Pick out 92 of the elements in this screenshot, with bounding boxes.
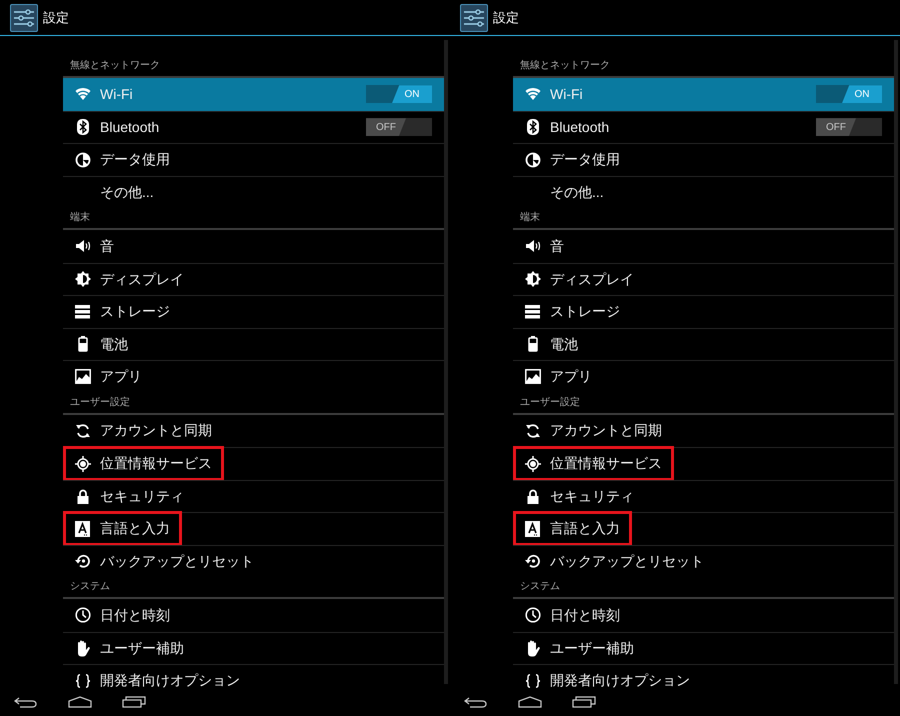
sync-icon <box>74 422 90 439</box>
row-label: アカウントと同期 <box>550 421 662 440</box>
row-label: 言語と入力 <box>550 519 620 538</box>
settings-row[interactable]: 開発者向けオプション <box>63 664 445 688</box>
settings-row[interactable]: Wi-Fi ON <box>513 78 895 110</box>
bluetooth-icon <box>76 119 88 136</box>
row-label: Bluetooth <box>550 118 610 137</box>
row-label: ユーザー補助 <box>550 638 634 658</box>
row-label: 音 <box>550 236 564 256</box>
row-label: 位置情報サービス <box>100 454 212 474</box>
screen-title: 設定 <box>43 8 69 27</box>
row-label: アカウントと同期 <box>100 421 212 440</box>
row-label: バックアップとリセット <box>550 552 704 571</box>
row-label: アプリ <box>550 367 592 386</box>
toggle-switch[interactable]: OFF <box>366 118 432 136</box>
home-icon[interactable] <box>518 696 542 708</box>
row-label: ディスプレイ <box>100 270 184 289</box>
wifi-icon <box>74 87 90 102</box>
pie-chart-icon <box>74 152 90 168</box>
clock-icon <box>74 607 90 624</box>
row-label: 開発者向けオプション <box>100 671 240 688</box>
row-label: 開発者向けオプション <box>550 671 690 688</box>
speaker-icon <box>74 238 90 254</box>
brightness-icon <box>524 271 540 288</box>
row-label: ストレージ <box>100 302 170 322</box>
lock-icon <box>76 488 88 504</box>
row-label: 電池 <box>550 334 578 354</box>
row-label: 電池 <box>100 334 128 354</box>
sync-icon <box>524 422 540 439</box>
pie-chart-icon <box>524 152 540 168</box>
row-label: Wi-Fi <box>100 84 133 104</box>
settings-row[interactable]: Wi-Fi ON <box>63 78 445 110</box>
picture-icon <box>74 369 90 384</box>
section-header: システム <box>520 580 560 594</box>
settings-row[interactable]: 位置情報サービス <box>513 447 895 480</box>
row-label: その他... <box>550 182 604 202</box>
picture-icon <box>524 369 540 384</box>
row-label: 日付と時刻 <box>550 606 620 625</box>
settings-row[interactable]: 位置情報サービス <box>63 447 445 480</box>
braces-icon <box>74 674 90 688</box>
bluetooth-icon <box>526 119 538 136</box>
storage-icon <box>525 304 540 319</box>
back-icon[interactable] <box>464 696 488 708</box>
restore-icon <box>524 553 540 570</box>
home-icon[interactable] <box>68 696 92 708</box>
settings-icon[interactable] <box>10 4 38 32</box>
row-label: ディスプレイ <box>550 270 634 289</box>
lock-icon <box>526 488 538 504</box>
speaker-icon <box>524 238 540 254</box>
storage-icon <box>75 304 90 319</box>
row-label: バックアップとリセット <box>100 552 254 571</box>
target-icon <box>524 456 540 472</box>
target-icon <box>74 456 90 472</box>
row-label: ユーザー補助 <box>100 638 184 658</box>
letter-key-icon <box>75 520 90 537</box>
wifi-icon <box>524 87 540 102</box>
screen-title: 設定 <box>493 8 519 27</box>
section-header: 端末 <box>70 210 90 225</box>
row-label: Wi-Fi <box>550 84 583 104</box>
row-label: 位置情報サービス <box>550 454 662 474</box>
back-icon[interactable] <box>14 696 38 708</box>
section-header: ユーザー設定 <box>520 396 580 410</box>
settings-row[interactable]: 言語と入力 <box>63 512 445 544</box>
toggle-switch[interactable]: OFF <box>816 118 882 136</box>
row-label: データ使用 <box>550 150 620 170</box>
clock-icon <box>524 607 540 624</box>
row-label: セキュリティ <box>100 486 184 506</box>
battery-icon <box>78 336 88 352</box>
row-label: Bluetooth <box>100 118 160 137</box>
settings-row[interactable]: 言語と入力 <box>513 512 895 544</box>
row-label: 音 <box>100 236 114 256</box>
row-label: アプリ <box>100 367 142 386</box>
recent-apps-icon[interactable] <box>122 696 146 708</box>
section-header: 端末 <box>520 210 540 225</box>
section-header: 無線とネットワーク <box>70 59 160 73</box>
letter-key-icon <box>525 520 540 537</box>
row-label: ストレージ <box>550 302 620 322</box>
recent-apps-icon[interactable] <box>572 696 596 708</box>
row-label: データ使用 <box>100 150 170 170</box>
row-label: 日付と時刻 <box>100 606 170 625</box>
restore-icon <box>74 553 90 570</box>
row-label: その他... <box>100 182 154 202</box>
settings-row[interactable]: 開発者向けオプション <box>513 664 895 688</box>
row-label: セキュリティ <box>550 486 634 506</box>
battery-icon <box>528 336 538 352</box>
section-header: システム <box>70 580 110 594</box>
settings-icon[interactable] <box>460 4 488 32</box>
section-header: 無線とネットワーク <box>520 59 610 73</box>
brightness-icon <box>74 271 90 288</box>
braces-icon <box>524 674 540 688</box>
section-header: ユーザー設定 <box>70 396 130 410</box>
row-label: 言語と入力 <box>100 519 170 538</box>
